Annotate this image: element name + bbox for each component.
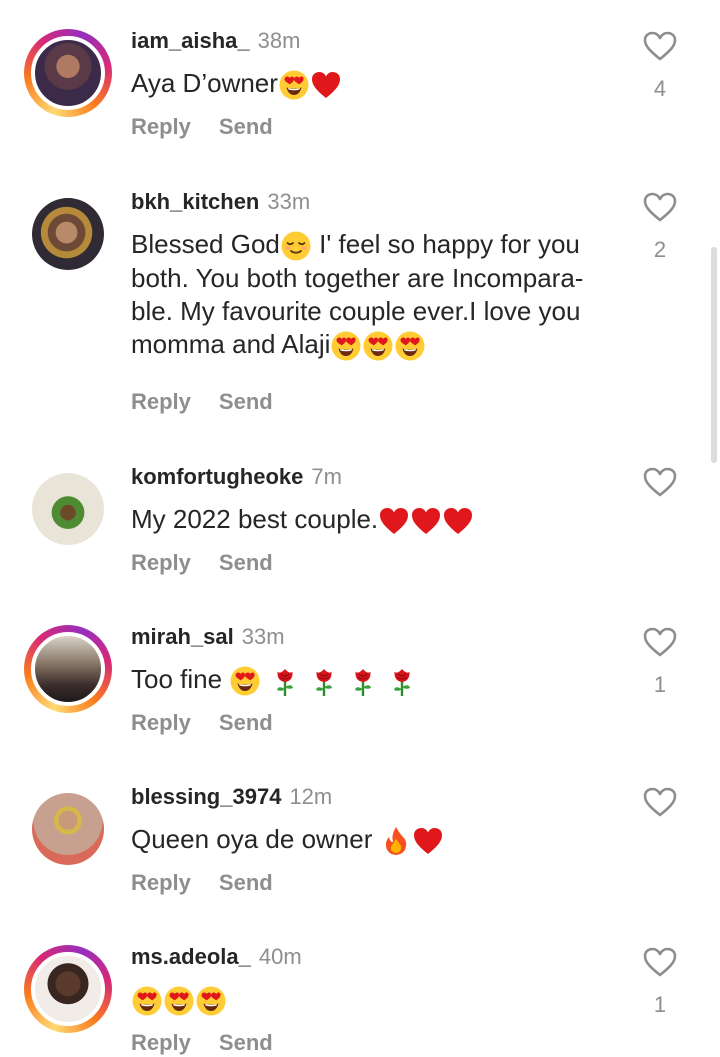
heart-eyes-emoji-icon xyxy=(362,330,394,362)
comment-meta: bkh_kitchen 33m xyxy=(131,188,310,216)
red-heart-emoji-icon xyxy=(410,505,442,537)
timestamp: 40m xyxy=(258,944,302,969)
relieved-emoji-icon xyxy=(280,230,312,262)
send-button[interactable]: Send xyxy=(219,389,273,414)
comment-actions: Reply Send xyxy=(131,709,273,737)
red-heart-emoji-icon xyxy=(378,505,410,537)
rose-emoji-icon xyxy=(347,665,379,697)
comment-text-line: both. You both together are Incompara- xyxy=(131,263,584,294)
username[interactable]: mirah_sal xyxy=(131,624,234,649)
avatar xyxy=(31,36,105,110)
username[interactable]: blessing_3974 xyxy=(131,784,281,809)
username[interactable]: iam_aisha_ xyxy=(131,28,250,53)
comment-text: My 2022 best couple. xyxy=(131,503,621,537)
comment-text-line: Blessed God I' feel so happy for you xyxy=(131,228,621,262)
comment-actions: Reply Send xyxy=(131,1029,273,1057)
avatar-wrapper[interactable] xyxy=(24,190,112,278)
comment-text-line: ble. My favourite couple ever.I love you xyxy=(131,296,581,327)
comment-text-body: Aya D’owner xyxy=(131,68,278,98)
timestamp: 33m xyxy=(267,189,311,214)
comment-text: Queen oya de owner xyxy=(131,823,621,857)
avatar-story-ring[interactable] xyxy=(24,29,112,117)
avatar-story-ring[interactable] xyxy=(24,945,112,1033)
comment-meta: ms.adeola_ 40m xyxy=(131,943,302,971)
send-button[interactable]: Send xyxy=(219,710,273,735)
like-heart-icon[interactable] xyxy=(642,466,678,498)
reply-button[interactable]: Reply xyxy=(131,114,191,139)
comment-meta: blessing_3974 12m xyxy=(131,783,332,811)
avatar xyxy=(32,793,104,865)
send-button[interactable]: Send xyxy=(219,550,273,575)
comment-actions: Reply Send xyxy=(131,869,273,897)
rose-emoji-icon xyxy=(308,665,340,697)
avatar-story-ring[interactable] xyxy=(24,625,112,713)
username[interactable]: bkh_kitchen xyxy=(131,189,259,214)
username[interactable]: komfortugheoke xyxy=(131,464,303,489)
like-heart-icon[interactable] xyxy=(642,191,678,223)
heart-eyes-emoji-icon xyxy=(278,69,310,101)
avatar xyxy=(31,632,105,706)
comment-text: Blessed God I' feel so happy for you bot… xyxy=(131,228,621,362)
like-heart-icon[interactable] xyxy=(642,30,678,62)
red-heart-emoji-icon xyxy=(310,69,342,101)
comment-text xyxy=(131,983,621,1017)
heart-eyes-emoji-icon xyxy=(163,985,195,1017)
like-count: 4 xyxy=(653,76,667,101)
like-heart-icon[interactable] xyxy=(642,946,678,978)
comment-meta: iam_aisha_ 38m xyxy=(131,27,300,55)
comment-text-line: momma and Alaji xyxy=(131,328,621,362)
comment-text: Too fine xyxy=(131,663,621,697)
like-count: 1 xyxy=(653,672,667,697)
send-button[interactable]: Send xyxy=(219,1030,273,1055)
timestamp: 38m xyxy=(257,28,301,53)
like-heart-icon[interactable] xyxy=(642,626,678,658)
heart-eyes-emoji-icon xyxy=(131,985,163,1017)
avatar xyxy=(31,952,105,1026)
red-heart-emoji-icon xyxy=(442,505,474,537)
timestamp: 33m xyxy=(241,624,285,649)
avatar xyxy=(32,198,104,270)
username[interactable]: ms.adeola_ xyxy=(131,944,251,969)
comment-actions: Reply Send xyxy=(131,388,273,416)
reply-button[interactable]: Reply xyxy=(131,389,191,414)
comment-actions: Reply Send xyxy=(131,113,273,141)
avatar-wrapper[interactable] xyxy=(24,465,112,553)
reply-button[interactable]: Reply xyxy=(131,870,191,895)
timestamp: 12m xyxy=(289,784,333,809)
comment-meta: komfortugheoke 7m xyxy=(131,463,342,491)
send-button[interactable]: Send xyxy=(219,114,273,139)
comment-actions: Reply Send xyxy=(131,549,273,577)
red-heart-emoji-icon xyxy=(412,825,444,857)
comment-text-body: Too fine xyxy=(131,664,230,694)
scrollbar[interactable] xyxy=(711,247,717,463)
comment-text-body: My 2022 best couple. xyxy=(131,504,379,534)
heart-eyes-emoji-icon xyxy=(394,330,426,362)
comment-text-body: Queen oya de owner xyxy=(131,824,380,854)
send-button[interactable]: Send xyxy=(219,870,273,895)
rose-emoji-icon xyxy=(269,665,301,697)
like-count: 1 xyxy=(653,992,667,1017)
avatar xyxy=(32,473,104,545)
timestamp: 7m xyxy=(311,464,342,489)
heart-eyes-emoji-icon xyxy=(195,985,227,1017)
reply-button[interactable]: Reply xyxy=(131,550,191,575)
reply-button[interactable]: Reply xyxy=(131,710,191,735)
reply-button[interactable]: Reply xyxy=(131,1030,191,1055)
heart-eyes-emoji-icon xyxy=(330,330,362,362)
like-count: 2 xyxy=(653,237,667,262)
heart-eyes-emoji-icon xyxy=(229,665,261,697)
like-heart-icon[interactable] xyxy=(642,786,678,818)
comment-text: Aya D’owner xyxy=(131,67,621,101)
comment-meta: mirah_sal 33m xyxy=(131,623,285,651)
avatar-wrapper[interactable] xyxy=(24,785,112,873)
rose-emoji-icon xyxy=(386,665,418,697)
fire-emoji-icon xyxy=(380,825,412,857)
